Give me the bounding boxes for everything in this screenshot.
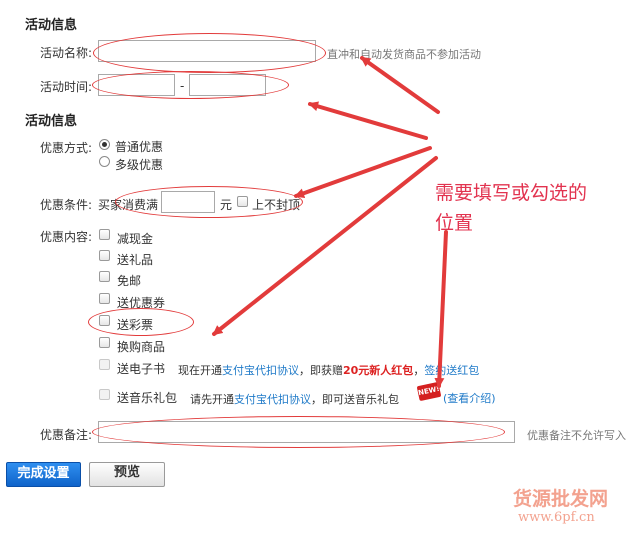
arrow-to-time-icon <box>308 101 428 140</box>
arrow-to-music-icon <box>434 230 448 388</box>
watermark-logo: 货源批发网 <box>513 488 609 510</box>
arrow-to-condition-icon <box>294 146 432 199</box>
annotation-text: 需要填写或勾选的 位置 <box>435 178 587 238</box>
watermark-url: www.6pf.cn <box>518 510 595 525</box>
annotation-line-2: 位置 <box>435 212 474 234</box>
arrow-to-name-icon <box>360 56 440 114</box>
annotation-line-1: 需要填写或勾选的 <box>435 182 588 204</box>
annotation-arrows <box>212 56 448 388</box>
